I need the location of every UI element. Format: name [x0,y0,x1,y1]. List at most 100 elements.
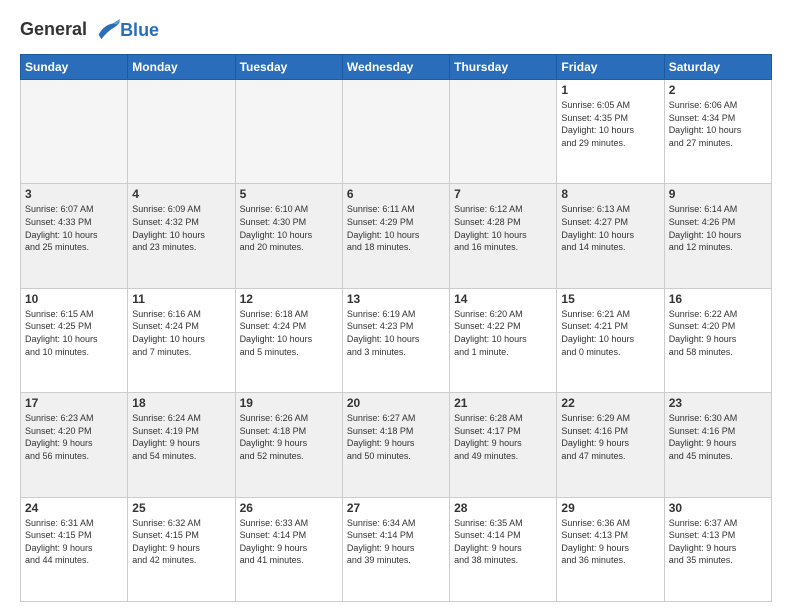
calendar-cell: 5 Sunrise: 6:10 AM Sunset: 4:30 PM Daylig… [235,184,342,288]
calendar-cell: 25 Sunrise: 6:32 AM Sunset: 4:15 PM Dayli… [128,497,235,601]
calendar-cell: 29Sunrise: 6:36 AM Sunset: 4:13 PM Dayli… [557,497,664,601]
day-number: 30 [669,501,767,515]
day-number: 10 [25,292,123,306]
calendar: SundayMondayTuesdayWednesdayThursdayFrid… [20,54,772,602]
day-number: 27 [347,501,445,515]
calendar-cell: 2 Sunrise: 6:06 AM Sunset: 4:34 PM Daylig… [664,80,771,184]
day-info: Sunrise: 6:31 AM Sunset: 4:15 PM Dayligh… [25,517,123,567]
calendar-cell: 19 Sunrise: 6:26 AM Sunset: 4:18 PM Dayli… [235,393,342,497]
weekday-header: Thursday [450,55,557,80]
day-number: 3 [25,187,123,201]
day-number: 9 [669,187,767,201]
day-info: Sunrise: 6:18 AM Sunset: 4:24 PM Dayligh… [240,308,338,358]
logo-bird-icon [94,16,122,44]
weekday-header: Tuesday [235,55,342,80]
calendar-cell: 23 Sunrise: 6:30 AM Sunset: 4:16 PM Dayli… [664,393,771,497]
day-number: 1 [561,83,659,97]
day-info: Sunrise: 6:12 AM Sunset: 4:28 PM Dayligh… [454,203,552,253]
calendar-cell: 1 Sunrise: 6:05 AM Sunset: 4:35 PM Daylig… [557,80,664,184]
day-info: Sunrise: 6:20 AM Sunset: 4:22 PM Dayligh… [454,308,552,358]
calendar-cell: 28 Sunrise: 6:35 AM Sunset: 4:14 PM Dayli… [450,497,557,601]
calendar-cell: 24Sunrise: 6:31 AM Sunset: 4:15 PM Dayli… [21,497,128,601]
day-info: Sunrise: 6:10 AM Sunset: 4:30 PM Dayligh… [240,203,338,253]
day-number: 28 [454,501,552,515]
day-number: 14 [454,292,552,306]
calendar-cell: 7 Sunrise: 6:12 AM Sunset: 4:28 PM Daylig… [450,184,557,288]
logo-general: General [20,19,87,39]
day-number: 29 [561,501,659,515]
calendar-cell: 13 Sunrise: 6:19 AM Sunset: 4:23 PM Dayli… [342,288,449,392]
day-info: Sunrise: 6:13 AM Sunset: 4:27 PM Dayligh… [561,203,659,253]
logo: General Blue [20,16,159,44]
day-info: Sunrise: 6:29 AM Sunset: 4:16 PM Dayligh… [561,412,659,462]
day-number: 2 [669,83,767,97]
day-number: 7 [454,187,552,201]
day-info: Sunrise: 6:32 AM Sunset: 4:15 PM Dayligh… [132,517,230,567]
calendar-cell [342,80,449,184]
day-number: 23 [669,396,767,410]
day-number: 4 [132,187,230,201]
calendar-cell: 17 Sunrise: 6:23 AM Sunset: 4:20 PM Dayli… [21,393,128,497]
day-info: Sunrise: 6:21 AM Sunset: 4:21 PM Dayligh… [561,308,659,358]
weekday-header: Friday [557,55,664,80]
day-info: Sunrise: 6:15 AM Sunset: 4:25 PM Dayligh… [25,308,123,358]
calendar-cell: 14 Sunrise: 6:20 AM Sunset: 4:22 PM Dayli… [450,288,557,392]
calendar-cell: 26 Sunrise: 6:33 AM Sunset: 4:14 PM Dayli… [235,497,342,601]
day-info: Sunrise: 6:34 AM Sunset: 4:14 PM Dayligh… [347,517,445,567]
calendar-cell [450,80,557,184]
calendar-cell [235,80,342,184]
day-number: 20 [347,396,445,410]
day-info: Sunrise: 6:05 AM Sunset: 4:35 PM Dayligh… [561,99,659,149]
day-number: 11 [132,292,230,306]
day-info: Sunrise: 6:14 AM Sunset: 4:26 PM Dayligh… [669,203,767,253]
day-number: 22 [561,396,659,410]
page: General Blue SundayMondayTuesdayWednesda… [0,0,792,612]
calendar-cell: 16Sunrise: 6:22 AM Sunset: 4:20 PM Dayli… [664,288,771,392]
calendar-cell [21,80,128,184]
day-info: Sunrise: 6:24 AM Sunset: 4:19 PM Dayligh… [132,412,230,462]
calendar-cell: 18 Sunrise: 6:24 AM Sunset: 4:19 PM Dayli… [128,393,235,497]
calendar-cell: 10 Sunrise: 6:15 AM Sunset: 4:25 PM Dayli… [21,288,128,392]
calendar-cell: 8 Sunrise: 6:13 AM Sunset: 4:27 PM Daylig… [557,184,664,288]
day-number: 6 [347,187,445,201]
day-info: Sunrise: 6:11 AM Sunset: 4:29 PM Dayligh… [347,203,445,253]
day-number: 19 [240,396,338,410]
day-info: Sunrise: 6:06 AM Sunset: 4:34 PM Dayligh… [669,99,767,149]
day-info: Sunrise: 6:07 AM Sunset: 4:33 PM Dayligh… [25,203,123,253]
header: General Blue [20,16,772,44]
day-info: Sunrise: 6:33 AM Sunset: 4:14 PM Dayligh… [240,517,338,567]
day-info: Sunrise: 6:23 AM Sunset: 4:20 PM Dayligh… [25,412,123,462]
day-number: 12 [240,292,338,306]
day-number: 8 [561,187,659,201]
day-info: Sunrise: 6:28 AM Sunset: 4:17 PM Dayligh… [454,412,552,462]
day-info: Sunrise: 6:37 AM Sunset: 4:13 PM Dayligh… [669,517,767,567]
weekday-header: Saturday [664,55,771,80]
calendar-cell: 21 Sunrise: 6:28 AM Sunset: 4:17 PM Dayli… [450,393,557,497]
day-info: Sunrise: 6:30 AM Sunset: 4:16 PM Dayligh… [669,412,767,462]
day-info: Sunrise: 6:35 AM Sunset: 4:14 PM Dayligh… [454,517,552,567]
weekday-header: Monday [128,55,235,80]
day-number: 18 [132,396,230,410]
calendar-cell: 30 Sunrise: 6:37 AM Sunset: 4:13 PM Dayli… [664,497,771,601]
day-info: Sunrise: 6:26 AM Sunset: 4:18 PM Dayligh… [240,412,338,462]
weekday-header: Sunday [21,55,128,80]
day-info: Sunrise: 6:19 AM Sunset: 4:23 PM Dayligh… [347,308,445,358]
day-info: Sunrise: 6:16 AM Sunset: 4:24 PM Dayligh… [132,308,230,358]
day-number: 16 [669,292,767,306]
day-number: 17 [25,396,123,410]
calendar-cell: 20 Sunrise: 6:27 AM Sunset: 4:18 PM Dayli… [342,393,449,497]
weekday-header: Wednesday [342,55,449,80]
day-number: 5 [240,187,338,201]
calendar-cell: 15 Sunrise: 6:21 AM Sunset: 4:21 PM Dayli… [557,288,664,392]
day-number: 25 [132,501,230,515]
calendar-cell [128,80,235,184]
calendar-cell: 9 Sunrise: 6:14 AM Sunset: 4:26 PM Daylig… [664,184,771,288]
day-number: 26 [240,501,338,515]
day-number: 13 [347,292,445,306]
day-info: Sunrise: 6:27 AM Sunset: 4:18 PM Dayligh… [347,412,445,462]
day-number: 21 [454,396,552,410]
calendar-cell: 4 Sunrise: 6:09 AM Sunset: 4:32 PM Daylig… [128,184,235,288]
day-number: 15 [561,292,659,306]
calendar-cell: 11 Sunrise: 6:16 AM Sunset: 4:24 PM Dayli… [128,288,235,392]
day-info: Sunrise: 6:09 AM Sunset: 4:32 PM Dayligh… [132,203,230,253]
